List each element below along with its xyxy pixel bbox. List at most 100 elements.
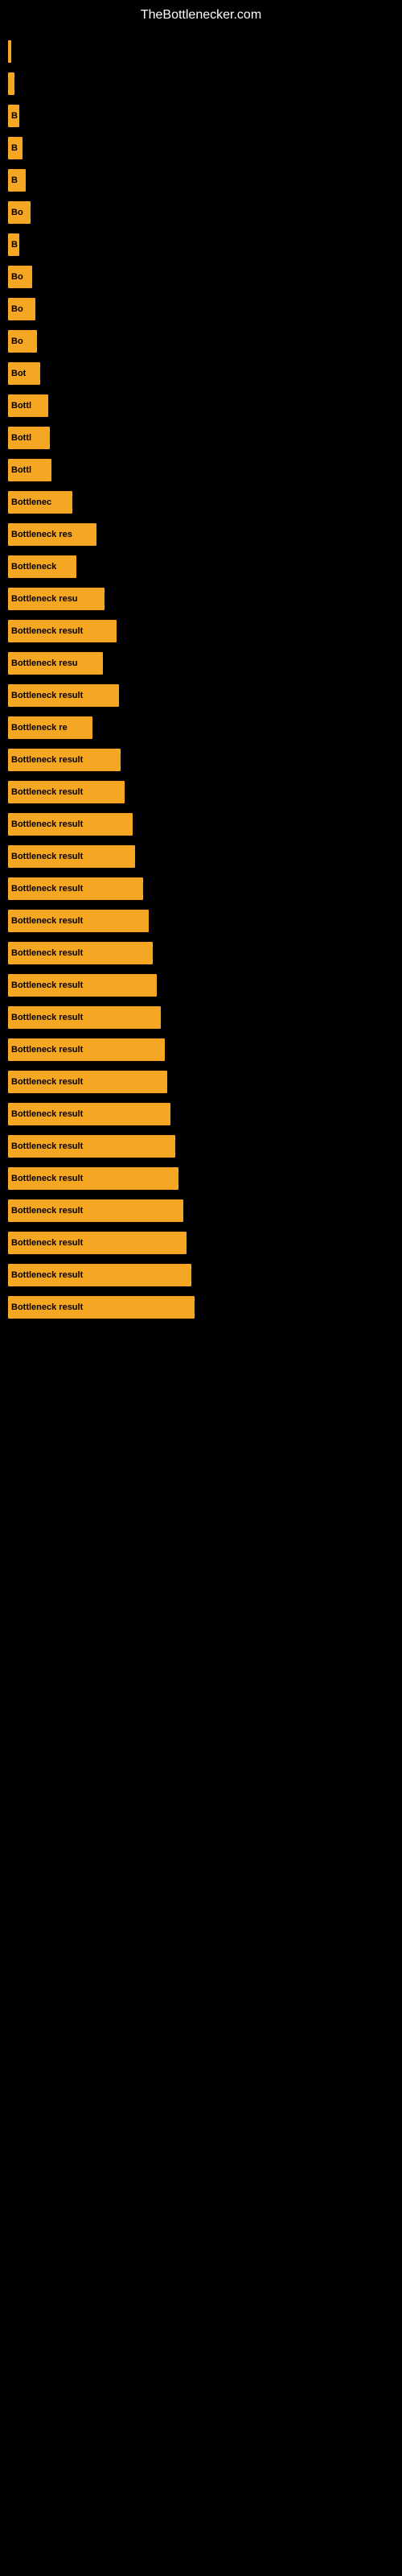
bar: Bottleneck result: [8, 974, 157, 997]
bar-row: Bottleneck result: [8, 844, 394, 869]
bar-label: Bottleneck resu: [11, 594, 78, 604]
bar-label: Bottleneck result: [11, 852, 83, 861]
bar: B: [8, 137, 23, 159]
bar-row: Bottleneck result: [8, 1230, 394, 1256]
bar-label: Bottl: [11, 433, 31, 443]
bar-label: Bottleneck result: [11, 787, 83, 797]
bar-label: Bo: [11, 304, 23, 314]
bar-label: Bottleneck result: [11, 626, 83, 636]
bar-label: Bottleneck result: [11, 1077, 83, 1087]
bar: Bottleneck result: [8, 877, 143, 900]
bar-row: Bottleneck result: [8, 747, 394, 773]
bar-label: Bottleneck result: [11, 1206, 83, 1216]
bar-row: Bot: [8, 361, 394, 386]
bar: Bottleneck result: [8, 1264, 191, 1286]
bar: Bottleneck resu: [8, 652, 103, 675]
bar: Bottleneck result: [8, 1135, 175, 1158]
bar: Bottleneck res: [8, 523, 96, 546]
bar-label: Bo: [11, 272, 23, 282]
bar-row: Bottleneck result: [8, 1262, 394, 1288]
bar: [8, 40, 11, 63]
bar-row: Bo: [8, 264, 394, 290]
bar: Bottleneck result: [8, 684, 119, 707]
bar-row: Bottlenec: [8, 489, 394, 515]
bar: Bottleneck result: [8, 1199, 183, 1222]
bar-row: Bottleneck resu: [8, 650, 394, 676]
bar-label: Bottl: [11, 401, 31, 411]
bar: Bottleneck result: [8, 1071, 167, 1093]
bar-label: Bottleneck result: [11, 819, 83, 829]
bar-row: Bottleneck resu: [8, 586, 394, 612]
bar: Bottl: [8, 459, 51, 481]
bar-row: Bottl: [8, 457, 394, 483]
bar-label: Bottleneck result: [11, 691, 83, 700]
bar: Bo: [8, 201, 31, 224]
bar: Bottleneck: [8, 555, 76, 578]
bar-row: Bottleneck result: [8, 1037, 394, 1063]
bar-row: Bottleneck result: [8, 972, 394, 998]
bar-label: Bottleneck res: [11, 530, 72, 539]
bar-row: Bottleneck result: [8, 811, 394, 837]
bar: Bottl: [8, 427, 50, 449]
bar-label: Bottleneck resu: [11, 658, 78, 668]
bar-row: Bottleneck result: [8, 1198, 394, 1224]
bar-row: Bottleneck result: [8, 1005, 394, 1030]
bar-row: Bottleneck result: [8, 940, 394, 966]
bar-row: Bottleneck result: [8, 1294, 394, 1320]
bar: Bottleneck result: [8, 1103, 170, 1125]
bar: Bo: [8, 266, 32, 288]
bar: B: [8, 233, 19, 256]
bar-row: [8, 71, 394, 97]
bar-row: Bottleneck result: [8, 1069, 394, 1095]
bar-row: Bo: [8, 200, 394, 225]
bar: Bottleneck result: [8, 845, 135, 868]
bar: Bottleneck result: [8, 781, 125, 803]
bar-row: Bottleneck result: [8, 618, 394, 644]
bars-container: B B B Bo B Bo Bo Bo Bot Bottl Bottl Bottl Bottlenec B…: [0, 27, 402, 1339]
bar-label: Bottleneck result: [11, 1270, 83, 1280]
bar-label: B: [11, 240, 18, 250]
bar-label: Bottleneck result: [11, 1109, 83, 1119]
bar-row: Bottleneck result: [8, 779, 394, 805]
bar: Bottleneck result: [8, 1006, 161, 1029]
bar-label: Bottleneck: [11, 562, 56, 572]
bar: Bot: [8, 362, 40, 385]
bar-label: Bottleneck result: [11, 1174, 83, 1183]
bar-label: Bottleneck result: [11, 1013, 83, 1022]
bar-row: Bottleneck result: [8, 1166, 394, 1191]
bar: B: [8, 105, 19, 127]
bar-label: B: [11, 175, 18, 185]
bar: Bottleneck result: [8, 910, 149, 932]
bar: Bottleneck result: [8, 942, 153, 964]
bar: Bottleneck resu: [8, 588, 105, 610]
bar-row: B: [8, 135, 394, 161]
bar-label: Bottleneck result: [11, 1238, 83, 1248]
bar: [8, 72, 14, 95]
bar-label: Bottleneck result: [11, 755, 83, 765]
bar-label: Bo: [11, 336, 23, 346]
bar-label: B: [11, 143, 18, 153]
bar-row: Bottl: [8, 425, 394, 451]
bar-row: Bottleneck result: [8, 908, 394, 934]
bar: Bottleneck result: [8, 749, 121, 771]
bar-label: Bottleneck result: [11, 884, 83, 894]
bar-row: Bottleneck: [8, 554, 394, 580]
bar: Bottleneck result: [8, 1167, 178, 1190]
bar: Bo: [8, 330, 37, 353]
bar-label: Bottleneck result: [11, 1141, 83, 1151]
bar-label: B: [11, 111, 18, 121]
bar: Bottlenec: [8, 491, 72, 514]
bar-label: Bottleneck result: [11, 980, 83, 990]
bar: Bottleneck result: [8, 1232, 187, 1254]
bar: B: [8, 169, 26, 192]
bar-row: Bottleneck res: [8, 522, 394, 547]
bar-label: Bot: [11, 369, 26, 378]
bar-row: Bo: [8, 296, 394, 322]
bar: Bottl: [8, 394, 48, 417]
bar-row: Bottleneck result: [8, 683, 394, 708]
bar: Bottleneck result: [8, 1296, 195, 1319]
bar: Bottleneck result: [8, 620, 117, 642]
bar: Bottleneck result: [8, 1038, 165, 1061]
bar-label: Bo: [11, 208, 23, 217]
bar-row: Bottleneck re: [8, 715, 394, 741]
